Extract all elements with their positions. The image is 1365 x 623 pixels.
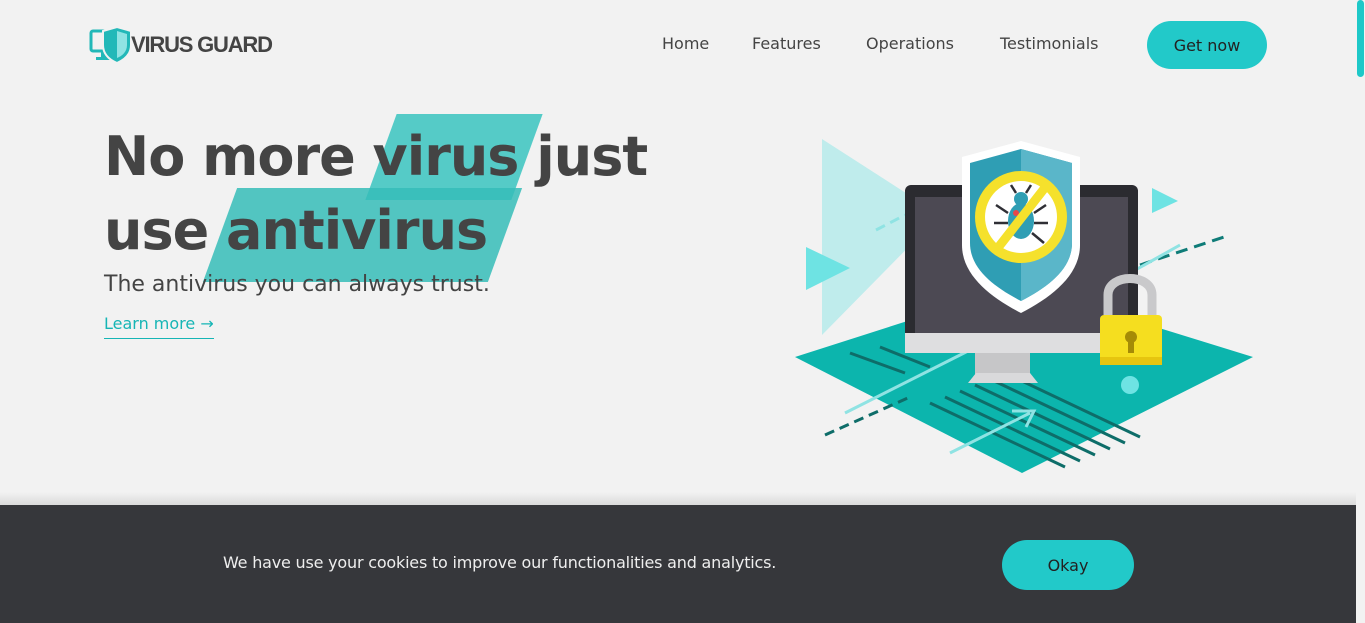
cookie-message: We have use your cookies to improve our … bbox=[223, 553, 777, 572]
learn-more-link[interactable]: Learn more → bbox=[104, 314, 214, 339]
nav-home[interactable]: Home bbox=[662, 34, 709, 53]
hero-subtitle: The antivirus you can always trust. bbox=[104, 272, 490, 297]
cookie-banner-shadow bbox=[0, 492, 1356, 506]
nav-features[interactable]: Features bbox=[752, 34, 821, 53]
nav-operations[interactable]: Operations bbox=[866, 34, 954, 53]
hero-title: No more virus just use antivirus bbox=[104, 120, 648, 268]
antivirus-protection-illustration bbox=[795, 139, 1253, 473]
hero-title-text: No more bbox=[104, 125, 373, 188]
main-nav: Home Features Operations Testimonials Ge… bbox=[0, 21, 1365, 69]
get-now-button[interactable]: Get now bbox=[1147, 21, 1267, 69]
hero-title-text: just bbox=[518, 125, 648, 188]
triangle-shape bbox=[1152, 188, 1178, 213]
nav-testimonials[interactable]: Testimonials bbox=[1000, 34, 1099, 53]
page-scrollbar[interactable] bbox=[1356, 0, 1365, 623]
hero-highlight-virus: virus bbox=[373, 120, 520, 194]
hero-highlight-antivirus: antivirus bbox=[226, 194, 488, 268]
hero-title-text: use bbox=[104, 199, 227, 262]
okay-button[interactable]: Okay bbox=[1002, 540, 1134, 590]
cookie-banner: We have use your cookies to improve our … bbox=[0, 505, 1356, 623]
